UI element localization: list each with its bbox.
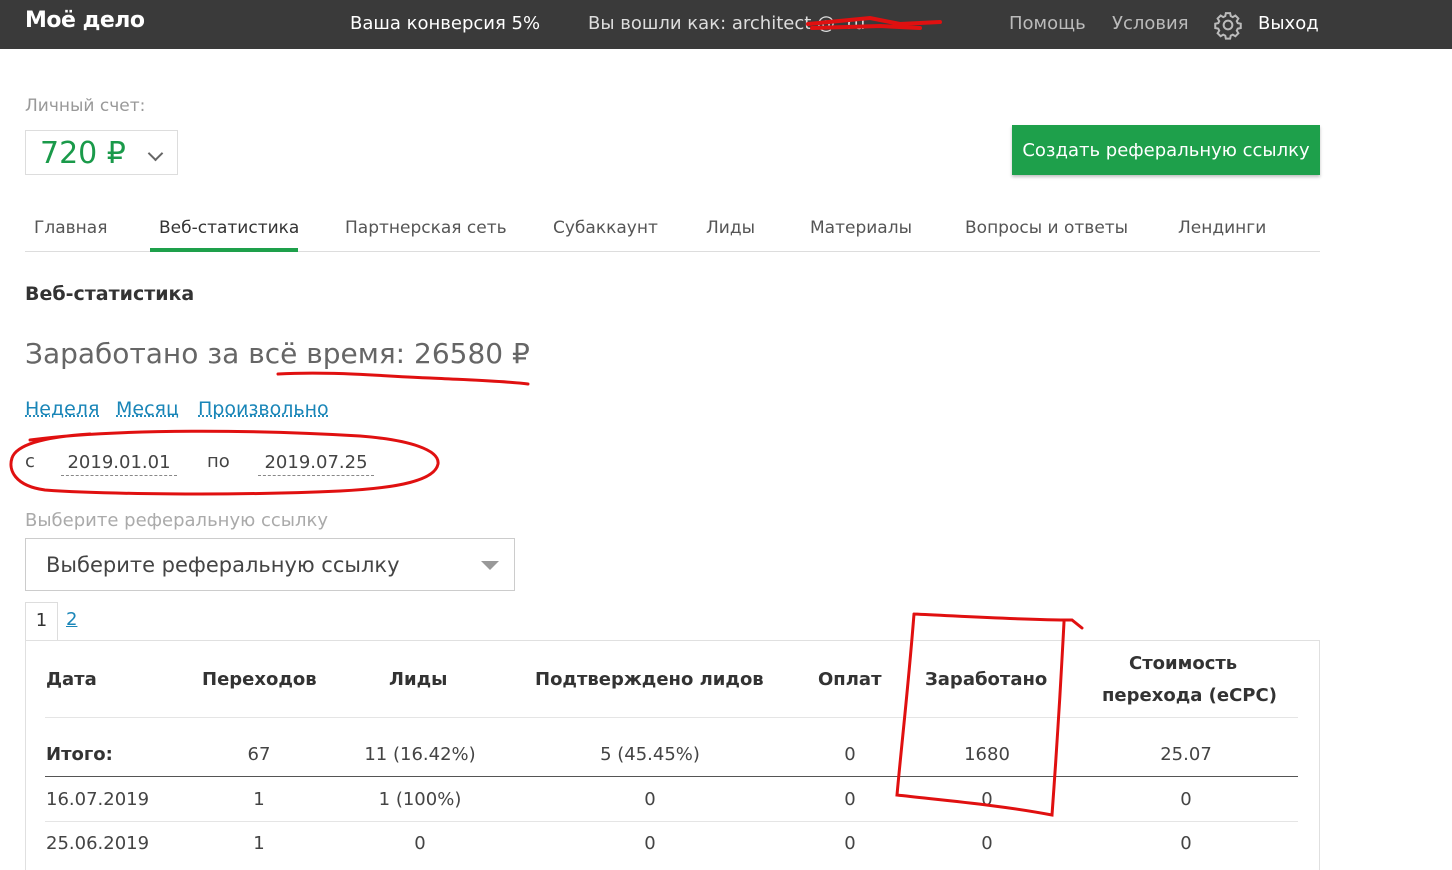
tab-leads[interactable]: Лиды — [706, 218, 755, 238]
section-title: Веб-статистика — [25, 283, 195, 305]
tab-landings[interactable]: Лендинги — [1178, 218, 1266, 238]
page-1[interactable]: 1 — [25, 602, 58, 640]
row-divider — [45, 821, 1298, 822]
balance-dropdown[interactable]: 720 ₽ — [25, 130, 178, 175]
tab-faq[interactable]: Вопросы и ответы — [965, 218, 1128, 238]
row-leads: 1 (100%) — [378, 789, 462, 810]
logged-in-user: Вы вошли как: architect @ .ru — [588, 13, 866, 34]
gear-icon[interactable] — [1213, 10, 1243, 40]
col-header-date[interactable]: Дата — [46, 669, 97, 690]
referral-select-value: Выберите реферальную ссылку — [46, 553, 400, 577]
col-header-clicks[interactable]: Переходов — [202, 669, 317, 690]
earned-total: Заработано за всё время: 26580 ₽ — [25, 337, 530, 370]
row-ecpc: 0 — [1180, 789, 1192, 810]
account-label: Личный счет: — [25, 96, 146, 116]
row-earned: 0 — [981, 833, 993, 854]
earned-underline — [276, 371, 530, 386]
total-label: Итого: — [46, 744, 113, 765]
period-custom-link[interactable]: Произвольно — [198, 398, 329, 420]
tab-subaccount[interactable]: Субаккаунт — [553, 218, 658, 238]
row-leads: 0 — [414, 833, 426, 854]
row-clicks: 1 — [253, 789, 265, 810]
row-payments: 0 — [844, 833, 856, 854]
row-earned: 0 — [981, 789, 993, 810]
create-referral-link-button[interactable]: Создать реферальную ссылку — [1012, 125, 1320, 175]
col-header-ecpc-line1[interactable]: Стоимость — [1129, 653, 1237, 674]
period-month-link[interactable]: Месяц — [116, 398, 179, 420]
date-from-label: с — [25, 451, 35, 472]
total-payments: 0 — [844, 744, 856, 765]
date-from-input[interactable] — [61, 449, 177, 476]
row-date: 16.07.2019 — [46, 789, 150, 810]
active-tab-indicator — [150, 248, 298, 252]
referral-select[interactable]: Выберите реферальную ссылку — [25, 538, 515, 591]
total-leads: 11 (16.42%) — [364, 744, 476, 765]
col-header-leads[interactable]: Лиды — [389, 669, 447, 690]
col-header-ecpc-line2[interactable]: перехода (eCPC) — [1102, 685, 1277, 706]
col-header-payments[interactable]: Оплат — [818, 669, 882, 690]
total-earned: 1680 — [964, 744, 1010, 765]
logout-link[interactable]: Выход — [1258, 13, 1319, 34]
referral-select-label: Выберите реферальную ссылку — [25, 510, 329, 531]
date-to-label: по — [207, 451, 230, 472]
caret-down-icon — [481, 561, 499, 570]
total-confirmed: 5 (45.45%) — [600, 744, 700, 765]
logo[interactable]: Моё дело — [25, 8, 145, 33]
row-clicks: 1 — [253, 833, 265, 854]
total-divider — [45, 776, 1298, 777]
help-link[interactable]: Помощь — [1009, 13, 1086, 34]
tab-main[interactable]: Главная — [34, 218, 107, 238]
row-confirmed: 0 — [644, 789, 656, 810]
col-header-earned[interactable]: Заработано — [925, 669, 1047, 690]
row-payments: 0 — [844, 789, 856, 810]
header-divider — [45, 717, 1298, 718]
date-to-input[interactable] — [258, 449, 374, 476]
col-header-confirmed[interactable]: Подтверждено лидов — [535, 669, 764, 690]
row-date: 25.06.2019 — [46, 833, 150, 854]
row-ecpc: 0 — [1180, 833, 1192, 854]
conversion-rate: Ваша конверсия 5% — [350, 13, 541, 34]
total-ecpc: 25.07 — [1160, 744, 1212, 765]
total-clicks: 67 — [247, 744, 271, 765]
tab-web-stats[interactable]: Веб-статистика — [159, 218, 299, 238]
period-week-link[interactable]: Неделя — [25, 398, 99, 420]
page-2-link[interactable]: 2 — [66, 609, 77, 630]
terms-link[interactable]: Условия — [1112, 13, 1189, 34]
row-confirmed: 0 — [644, 833, 656, 854]
tab-partner-network[interactable]: Партнерская сеть — [345, 218, 507, 238]
tab-materials[interactable]: Материалы — [810, 218, 912, 238]
balance-amount: 720 ₽ — [40, 136, 126, 171]
chevron-down-icon — [147, 145, 164, 162]
top-bar: Моё дело Ваша конверсия 5% Вы вошли как:… — [0, 0, 1452, 49]
main-tabs: Главная Веб-статистика Партнерская сеть … — [25, 205, 1320, 252]
